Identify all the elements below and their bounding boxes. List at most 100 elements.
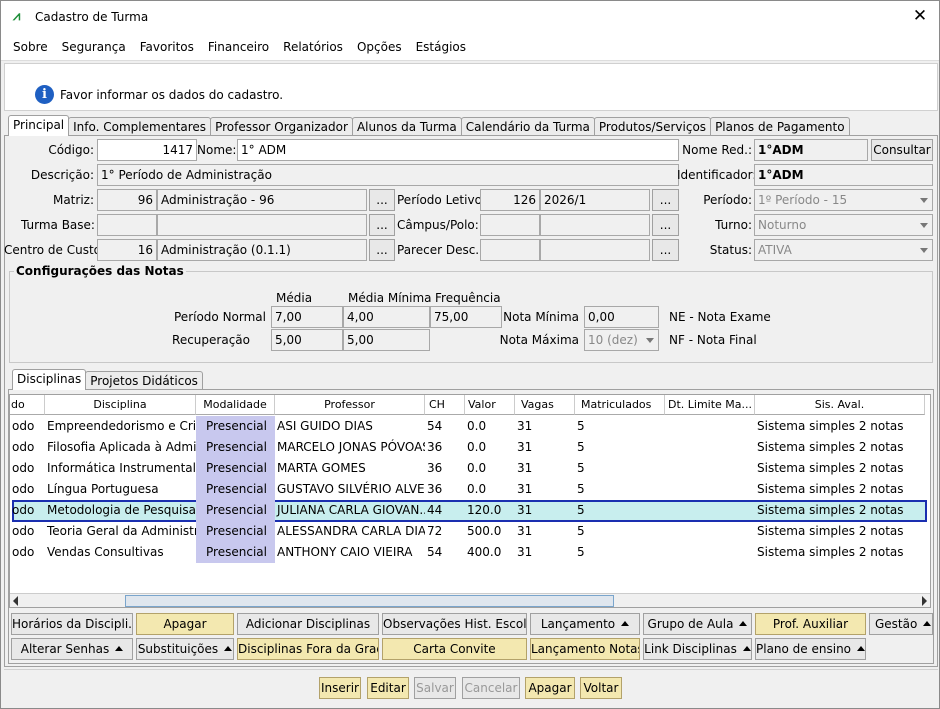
consultar-button[interactable]: Consultar: [871, 139, 933, 161]
scrollbar-thumb[interactable]: [125, 595, 614, 607]
alterar-senhas-button[interactable]: Alterar Senhas: [11, 638, 133, 660]
descricao-field[interactable]: 1° Período de Administração: [97, 164, 679, 186]
matriz-lookup-button[interactable]: ...: [369, 189, 395, 211]
table-row[interactable]: odo Filosofia Aplicada à AdminisPresencia…: [10, 437, 930, 458]
menu-seguranca[interactable]: Segurança: [62, 40, 126, 54]
tab-disciplinas[interactable]: Disciplinas: [12, 369, 87, 390]
cell-valor: 0.0: [467, 461, 487, 475]
parecer-lookup-button[interactable]: ...: [652, 239, 679, 261]
identificador-field[interactable]: 1°ADM: [754, 164, 933, 186]
lancamento-notas-button[interactable]: Lançamento Notas: [530, 638, 640, 660]
periodo-select[interactable]: 1º Período - 15: [754, 189, 933, 211]
col-header-sis-aval[interactable]: Sis. Aval.: [755, 395, 925, 415]
periodo-letivo-lookup-button[interactable]: ...: [652, 189, 679, 211]
centro-custo-lookup-button[interactable]: ...: [369, 239, 395, 261]
table-row[interactable]: odo Língua Portuguesa Presencial GUSTAVO SI…: [10, 479, 930, 500]
centro-custo-name-field[interactable]: Administração (0.1.1): [157, 239, 367, 261]
table-row[interactable]: odo Informática Instrumental Presencial MAR…: [10, 458, 930, 479]
campus-name-field[interactable]: [540, 214, 650, 236]
campus-code-field[interactable]: [480, 214, 540, 236]
col-header-matriculados[interactable]: Matriculados: [575, 395, 665, 415]
col-header-modalidade[interactable]: Modalidade: [196, 395, 275, 415]
menu-estagios[interactable]: Estágios: [416, 40, 466, 54]
disciplinas-fora-grade-button[interactable]: Disciplinas Fora da Grade: [237, 638, 379, 660]
table-row[interactable]: odo Teoria Geral da AdministraçãPresencia…: [10, 521, 930, 542]
col-header-periodo[interactable]: do: [10, 395, 45, 415]
cancelar-button[interactable]: Cancelar: [462, 677, 520, 699]
menu-opcoes[interactable]: Opções: [357, 40, 402, 54]
parecer-name-field[interactable]: [540, 239, 650, 261]
lancamento-button[interactable]: Lançamento: [530, 613, 640, 635]
nota-maxima-select[interactable]: 10 (dez): [584, 329, 659, 351]
horizontal-scrollbar[interactable]: [10, 593, 930, 607]
pn-media-field[interactable]: 7,00: [271, 306, 343, 328]
turma-base-code-field[interactable]: [97, 214, 157, 236]
menu-financeiro[interactable]: Financeiro: [208, 40, 269, 54]
horarios-disciplina-button[interactable]: Horários da Discipli...: [11, 613, 133, 635]
turma-base-lookup-button[interactable]: ...: [369, 214, 395, 236]
matriz-code-field[interactable]: 96: [97, 189, 157, 211]
matriz-label: Matriz:: [52, 193, 94, 207]
apagar-disciplina-button[interactable]: Apagar: [136, 613, 234, 635]
table-row[interactable]: odo Vendas Consultivas Presencial ANTHONY C…: [10, 542, 930, 563]
periodo-letivo-field[interactable]: 2026/1: [540, 189, 650, 211]
voltar-button[interactable]: Voltar: [580, 677, 622, 699]
tab-info-complementares[interactable]: Info. Complementares: [68, 117, 212, 136]
parecer-code-field[interactable]: [480, 239, 540, 261]
grupo-aula-button[interactable]: Grupo de Aula: [643, 613, 752, 635]
tab-professor-organizador[interactable]: Professor Organizador: [210, 117, 353, 136]
turno-select[interactable]: Noturno: [754, 214, 933, 236]
substituicoes-button[interactable]: Substituições: [136, 638, 234, 660]
nome-red-field[interactable]: 1°ADM: [754, 139, 868, 161]
editar-button[interactable]: Editar: [367, 677, 409, 699]
nota-minima-field[interactable]: 0,00: [584, 306, 659, 328]
menu-favoritos[interactable]: Favoritos: [140, 40, 194, 54]
tab-alunos-turma[interactable]: Alunos da Turma: [351, 117, 462, 136]
cell-valor: 0.0: [467, 419, 487, 433]
scroll-left-icon[interactable]: [13, 596, 18, 606]
col-header-valor[interactable]: Valor: [465, 395, 515, 415]
col-header-ch[interactable]: CH: [425, 395, 465, 415]
link-disciplinas-button[interactable]: Link Disciplinas: [643, 638, 752, 660]
matriz-name-field[interactable]: Administração - 96: [157, 189, 367, 211]
carta-convite-button[interactable]: Carta Convite: [382, 638, 527, 660]
col-header-professor[interactable]: Professor: [275, 395, 425, 415]
col-header-disciplina[interactable]: Disciplina: [45, 395, 196, 415]
cell-ch: 44: [427, 503, 443, 517]
status-label: Status:: [709, 243, 752, 257]
apagar-button[interactable]: Apagar: [525, 677, 575, 699]
table-row[interactable]: odo Empreendedorismo e CriaçãPresencialAS…: [10, 416, 930, 437]
campus-lookup-button[interactable]: ...: [652, 214, 679, 236]
rec-media-minima-field[interactable]: 5,00: [343, 329, 430, 351]
nome-field[interactable]: 1° ADM: [237, 139, 679, 161]
periodo-letivo-code-field[interactable]: 126: [480, 189, 540, 211]
menu-relatorios[interactable]: Relatórios: [283, 40, 343, 54]
menu-sobre[interactable]: Sobre: [13, 40, 48, 54]
col-header-dt-limite[interactable]: Dt. Limite Ma...: [665, 395, 755, 415]
tab-planos-pagamento[interactable]: Planos de Pagamento: [710, 117, 850, 136]
inserir-button[interactable]: Inserir: [319, 677, 361, 699]
cell-vagas: 31: [517, 545, 533, 559]
plano-ensino-button[interactable]: Plano de ensino: [755, 638, 866, 660]
salvar-button[interactable]: Salvar: [414, 677, 456, 699]
close-icon[interactable]: ✕: [911, 7, 929, 25]
tab-principal[interactable]: Principal: [8, 115, 70, 136]
tab-projetos-didaticos[interactable]: Projetos Didáticos: [85, 371, 203, 390]
tab-produtos-servicos[interactable]: Produtos/Serviços: [593, 117, 712, 136]
observacoes-hist-escolar-button[interactable]: Observações Hist. Escolar: [382, 613, 527, 635]
scroll-right-icon[interactable]: [922, 596, 927, 606]
cell-vagas: 31: [517, 503, 533, 517]
pn-media-minima-field[interactable]: 4,00: [343, 306, 430, 328]
table-row[interactable]: odo Metodologia de Pesquisa Presencial JULI…: [10, 500, 930, 521]
gestao-button[interactable]: Gestão: [869, 613, 933, 635]
codigo-field[interactable]: 1417: [97, 139, 197, 161]
main-window: ⩘ Cadastro de Turma ✕ Sobre Segurança Fa…: [0, 0, 940, 709]
col-header-vagas[interactable]: Vagas: [515, 395, 575, 415]
prof-auxiliar-button[interactable]: Prof. Auxiliar: [755, 613, 866, 635]
tab-calendario-turma[interactable]: Calendário da Turma: [460, 117, 595, 136]
centro-custo-code-field[interactable]: 16: [97, 239, 157, 261]
turma-base-name-field[interactable]: [157, 214, 367, 236]
rec-media-field[interactable]: 5,00: [271, 329, 343, 351]
status-select[interactable]: ATIVA: [754, 239, 933, 261]
adicionar-disciplinas-button[interactable]: Adicionar Disciplinas: [237, 613, 379, 635]
